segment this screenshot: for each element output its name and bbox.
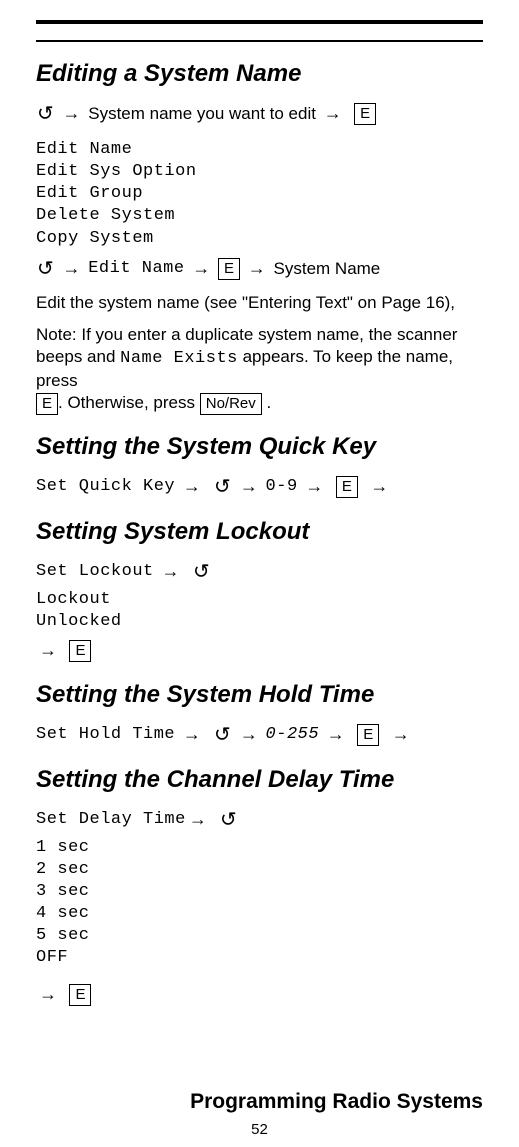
arrow-icon: → <box>367 475 391 498</box>
menu-list-1: Edit Name Edit Sys Option Edit Group Del… <box>36 139 483 249</box>
inline-mono: Name Exists <box>120 349 238 368</box>
arrow-icon: → <box>60 257 84 280</box>
heading-editing-system-name: Editing a System Name <box>36 58 483 89</box>
option: OFF <box>36 947 483 969</box>
arrow-icon: → <box>302 475 326 498</box>
step-lockout-2: → E <box>36 639 483 662</box>
menu-item: Edit Sys Option <box>36 161 483 183</box>
arrow-icon: → <box>36 983 60 1006</box>
key-e: E <box>36 393 58 415</box>
arrow-icon: → <box>324 723 348 746</box>
scroll-icon: ↻ <box>219 807 238 833</box>
option: 5 sec <box>36 925 483 947</box>
key-no-rev: No/Rev <box>200 393 262 415</box>
arrow-icon: → <box>158 560 182 583</box>
menu-choice: Set Quick Key <box>36 477 175 496</box>
arrow-icon: → <box>321 102 345 125</box>
option: 4 sec <box>36 903 483 925</box>
range-text: 0-255 <box>266 725 320 744</box>
heading-lockout: Setting System Lockout <box>36 516 483 547</box>
arrow-icon: → <box>189 257 213 280</box>
key-e: E <box>336 476 358 498</box>
option: 3 sec <box>36 881 483 903</box>
scroll-icon: ↻ <box>36 101 55 127</box>
step-quick-key: Set Quick Key → ↻ → 0-9 → E → <box>36 474 483 500</box>
top-rule-thick <box>36 20 483 24</box>
page-number: 52 <box>0 1120 519 1140</box>
option: 2 sec <box>36 859 483 881</box>
delay-options: 1 sec 2 sec 3 sec 4 sec 5 sec OFF <box>36 837 483 970</box>
step-delay-2: → E <box>36 983 483 1006</box>
menu-item: Delete System <box>36 205 483 227</box>
arrow-icon: → <box>180 475 204 498</box>
step-delay-1: Set Delay Time→ ↻ <box>36 807 483 833</box>
option: 1 sec <box>36 837 483 859</box>
paragraph-note: Note: If you enter a duplicate system na… <box>36 324 483 415</box>
key-e: E <box>218 258 240 280</box>
step-text: System Name <box>274 259 381 278</box>
step-text: System name you want to edit <box>88 104 316 123</box>
arrow-icon: → <box>186 808 210 831</box>
key-e: E <box>354 103 376 125</box>
arrow-icon: → <box>237 475 261 498</box>
note-text: . Otherwise, press <box>58 393 200 412</box>
scroll-icon: ↻ <box>192 559 211 585</box>
menu-item: Edit Group <box>36 183 483 205</box>
heading-hold-time: Setting the System Hold Time <box>36 679 483 710</box>
top-rule-thin <box>36 40 483 42</box>
scroll-icon: ↻ <box>213 722 232 748</box>
arrow-icon: → <box>237 723 261 746</box>
lockout-options: Lockout Unlocked <box>36 589 483 633</box>
menu-choice: Edit Name <box>88 259 184 278</box>
arrow-icon: → <box>245 257 269 280</box>
paragraph: Edit the system name (see "Entering Text… <box>36 292 483 314</box>
scroll-icon: ↻ <box>36 256 55 282</box>
menu-item: Edit Name <box>36 139 483 161</box>
option: Unlocked <box>36 611 483 633</box>
menu-item: Copy System <box>36 228 483 250</box>
key-e: E <box>69 984 91 1006</box>
option: Lockout <box>36 589 483 611</box>
key-e: E <box>69 640 91 662</box>
step-hold-time: Set Hold Time → ↻ → 0-255 → E → <box>36 722 483 748</box>
heading-delay-time: Setting the Channel Delay Time <box>36 764 483 795</box>
heading-quick-key: Setting the System Quick Key <box>36 431 483 462</box>
menu-choice: Set Hold Time <box>36 725 175 744</box>
menu-choice: Set Lockout <box>36 562 154 581</box>
note-text: . <box>262 393 271 412</box>
step-lockout-1: Set Lockout → ↻ <box>36 559 483 585</box>
scroll-icon: ↻ <box>213 474 232 500</box>
range-text: 0-9 <box>266 477 298 496</box>
arrow-icon: → <box>36 639 60 662</box>
footer-title: Programming Radio Systems <box>190 1088 483 1115</box>
step-edit-2: ↻ → Edit Name → E → System Name <box>36 256 483 282</box>
arrow-icon: → <box>60 102 84 125</box>
arrow-icon: → <box>389 723 413 746</box>
menu-choice: Set Delay Time <box>36 810 186 829</box>
step-edit-1: ↻ → System name you want to edit → E <box>36 101 483 127</box>
arrow-icon: → <box>180 723 204 746</box>
key-e: E <box>357 724 379 746</box>
